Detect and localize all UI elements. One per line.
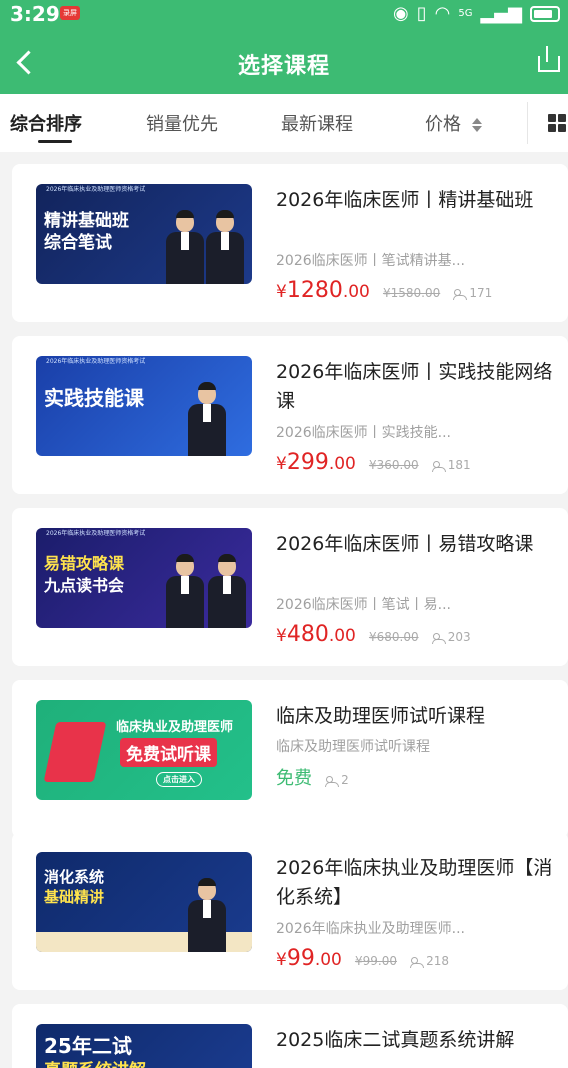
original-price: ¥360.00 (368, 458, 419, 472)
people-icon (325, 775, 340, 787)
thumb-line2: 综合笔试 (44, 233, 112, 253)
thumb-banner: 2026年临床执业及助理医师资格考试 (46, 358, 146, 365)
active-tab-indicator (38, 140, 72, 143)
course-thumbnail: 2026年临床执业及助理医师资格考试 精讲基础班 综合笔试 (36, 184, 252, 284)
tab-newest-courses[interactable]: 最新课程 (281, 110, 353, 136)
app-bar: 选择课程 (0, 34, 568, 92)
teacher-photo (206, 554, 246, 628)
course-subtitle: 临床及助理医师试听课程 (276, 739, 430, 755)
current-price: ¥299.00 (276, 450, 356, 475)
course-card[interactable]: 2026年临床执业及助理医师资格考试 易错攻略课 九点读书会 2026年临床医师… (12, 508, 568, 666)
teacher-photo (186, 382, 226, 456)
price-row: ¥480.00 ¥680.00 203 (276, 622, 471, 647)
page-title: 选择课程 (237, 54, 330, 79)
network-label: 5G (458, 8, 473, 19)
enrolled-count: 218 (410, 954, 449, 968)
people-icon (431, 460, 446, 472)
enrolled-count: 2 (325, 773, 349, 787)
wifi-icon: ◠ (434, 3, 451, 24)
course-thumbnail: 2026年临床执业及助理医师资格考试 实践技能课 (36, 356, 252, 456)
divider (527, 102, 528, 144)
teacher-photo (186, 878, 226, 952)
vibrate-icon: ▯ (416, 3, 427, 24)
sort-arrows-icon (471, 117, 483, 133)
course-card[interactable]: 25年二试 真题系统讲解 2025临床二试真题系统讲解 (12, 1004, 568, 1068)
course-thumbnail: 25年二试 真题系统讲解 (36, 1024, 252, 1068)
share-icon[interactable] (534, 46, 560, 72)
people-icon (431, 632, 446, 644)
thumb-line1: 临床执业及助理医师 (116, 720, 234, 735)
eye-icon: ◉ (393, 3, 409, 24)
teacher-photo (164, 210, 204, 284)
course-title: 2026年临床执业及助理医师【消化系统】 (276, 857, 553, 908)
course-card[interactable]: 2026年临床执业及助理医师资格考试 实践技能课 2026年临床医师丨实践技能网… (12, 336, 568, 494)
thumb-line1: 易错攻略课 (44, 554, 125, 573)
price-row: ¥299.00 ¥360.00 181 (276, 450, 471, 475)
current-price: ¥480.00 (276, 622, 356, 647)
tab-price[interactable]: 价格 (425, 110, 483, 136)
illustration (43, 722, 107, 782)
tab-label: 价格 (425, 114, 461, 135)
enrolled-count: 171 (453, 286, 492, 300)
course-subtitle: 2026年临床执业及助理医师... (276, 921, 465, 937)
status-time: 3:29 (10, 2, 60, 26)
free-label: 免费 (276, 768, 312, 789)
thumb-line2: 基础精讲 (44, 888, 105, 906)
thumb-line1: 25年二试 (44, 1034, 132, 1058)
top-bar: 3:29 录屏 ◉ ▯ ◠ 5G ▂▄▆ 选择课程 (0, 0, 568, 94)
signal-icon: ▂▄▆ (480, 3, 522, 24)
course-subtitle: 2026临床医师丨笔试精讲基... (276, 253, 465, 269)
sort-tabs: 综合排序 销量优先 最新课程 价格 (0, 94, 568, 152)
tab-label: 销量优先 (146, 114, 218, 135)
thumb-banner: 2026年临床执业及助理医师资格考试 (46, 186, 146, 193)
price-row: 免费 2 (276, 764, 349, 790)
course-title: 2026年临床医师丨实践技能网络课 (276, 361, 553, 412)
course-subtitle: 2026临床医师丨实践技能... (276, 425, 451, 441)
thumb-line1: 消化系统 (44, 868, 105, 886)
teacher-photo (164, 554, 204, 628)
course-card[interactable]: 临床执业及助理医师 免费试听课 点击进入 临床及助理医师试听课程 临床及助理医师… (12, 680, 568, 838)
course-thumbnail: 消化系统 基础精讲 (36, 852, 252, 952)
people-icon (410, 956, 425, 968)
enrolled-count: 181 (431, 458, 471, 472)
teacher-photo (204, 210, 244, 284)
thumb-cta: 点击进入 (156, 772, 202, 787)
thumb-banner: 2026年临床执业及助理医师资格考试 (46, 530, 146, 537)
people-icon (453, 288, 468, 300)
original-price: ¥99.00 (354, 954, 397, 968)
course-title: 临床及助理医师试听课程 (276, 705, 486, 727)
course-card[interactable]: 消化系统 基础精讲 2026年临床执业及助理医师【消化系统】 2026年临床执业… (12, 832, 568, 990)
price-row: ¥1280.00 ¥1580.00 171 (276, 278, 492, 303)
course-thumbnail: 2026年临床执业及助理医师资格考试 易错攻略课 九点读书会 (36, 528, 252, 628)
thumb-line2: 九点读书会 (44, 576, 125, 595)
course-title: 2026年临床医师丨易错攻略课 (276, 533, 534, 555)
thumb-line2: 免费试听课 (120, 738, 217, 767)
price-row: ¥99.00 ¥99.00 218 (276, 946, 449, 971)
thumb-line2: 真题系统讲解 (44, 1056, 146, 1068)
status-icons: ◉ ▯ ◠ 5G ▂▄▆ (393, 3, 560, 25)
course-title: 2025临床二试真题系统讲解 (276, 1029, 515, 1051)
tab-label: 最新课程 (281, 114, 353, 135)
tab-comprehensive-sort[interactable]: 综合排序 (10, 110, 82, 143)
course-thumbnail: 临床执业及助理医师 免费试听课 点击进入 (36, 700, 252, 800)
tab-sales-first[interactable]: 销量优先 (146, 110, 218, 136)
course-title: 2026年临床医师丨精讲基础班 (276, 189, 534, 211)
course-subtitle: 2026临床医师丨笔试丨易... (276, 597, 451, 613)
thumb-line1: 实践技能课 (44, 386, 144, 410)
status-bar: 3:29 录屏 ◉ ▯ ◠ 5G ▂▄▆ (0, 0, 568, 28)
original-price: ¥680.00 (368, 630, 419, 644)
original-price: ¥1580.00 (382, 286, 441, 300)
screen-record-badge: 录屏 (60, 6, 80, 20)
grid-view-icon[interactable] (548, 114, 568, 134)
tab-label: 综合排序 (10, 114, 82, 135)
current-price: ¥1280.00 (276, 278, 370, 303)
current-price: ¥99.00 (276, 946, 342, 971)
battery-icon (530, 6, 560, 22)
course-card[interactable]: 2026年临床执业及助理医师资格考试 精讲基础班 综合笔试 2026年临床医师丨… (12, 164, 568, 322)
enrolled-count: 203 (431, 630, 471, 644)
